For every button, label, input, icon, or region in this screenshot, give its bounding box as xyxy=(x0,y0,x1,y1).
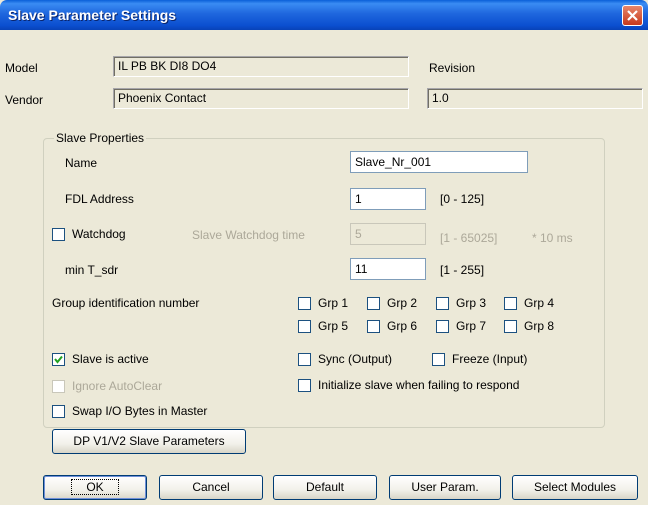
grp-8-label: Grp 8 xyxy=(524,319,555,333)
grp-4-checkbox[interactable]: Grp 4 xyxy=(504,296,554,310)
swap-io-label: Swap I/O Bytes in Master xyxy=(72,404,208,418)
close-icon xyxy=(627,10,638,21)
grp-6-label: Grp 6 xyxy=(387,319,418,333)
swap-io-checkbox[interactable]: Swap I/O Bytes in Master xyxy=(52,404,207,418)
grp-2-box[interactable] xyxy=(367,296,380,310)
window-title: Slave Parameter Settings xyxy=(8,7,177,23)
group-id-label: Group identification number xyxy=(52,296,200,310)
watchdog-time-range: [1 - 65025] xyxy=(440,231,498,245)
slave-active-label: Slave is active xyxy=(72,352,149,366)
sync-output-box[interactable] xyxy=(298,352,311,366)
dp-v1v2-slave-parameters-button[interactable]: DP V1/V2 Slave Parameters xyxy=(52,429,246,454)
checkmark-icon xyxy=(54,355,63,364)
min-tsdr-label: min T_sdr xyxy=(65,263,119,277)
ok-button-label: OK xyxy=(71,479,119,495)
user-param-button[interactable]: User Param. xyxy=(389,475,501,500)
grp-7-box[interactable] xyxy=(436,319,449,333)
grp-5-box[interactable] xyxy=(298,319,311,333)
grp-1-label: Grp 1 xyxy=(318,296,349,310)
swap-io-box[interactable] xyxy=(52,404,65,418)
initialize-slave-box[interactable] xyxy=(298,378,311,392)
freeze-input-label: Freeze (Input) xyxy=(452,352,528,366)
name-label: Name xyxy=(65,156,98,170)
grp-2-checkbox[interactable]: Grp 2 xyxy=(367,296,417,310)
close-button[interactable] xyxy=(622,5,643,26)
slave-active-box[interactable] xyxy=(52,352,65,366)
sync-output-checkbox[interactable]: Sync (Output) xyxy=(298,352,392,366)
fdl-address-input[interactable]: 1 xyxy=(350,188,426,210)
min-tsdr-range: [1 - 255] xyxy=(440,263,485,277)
watchdog-time-input[interactable]: 5 xyxy=(350,223,426,245)
grp-7-checkbox[interactable]: Grp 7 xyxy=(436,319,486,333)
fdl-address-label: FDL Address xyxy=(65,192,134,206)
vendor-label: Vendor xyxy=(5,93,44,107)
ok-button[interactable]: OK xyxy=(43,475,147,500)
grp-6-checkbox[interactable]: Grp 6 xyxy=(367,319,417,333)
grp-7-label: Grp 7 xyxy=(456,319,487,333)
grp-1-box[interactable] xyxy=(298,296,311,310)
watchdog-time-label: Slave Watchdog time xyxy=(192,228,305,242)
fdl-range: [0 - 125] xyxy=(440,192,485,206)
ignore-autoclear-checkbox[interactable]: Ignore AutoClear xyxy=(52,379,162,393)
watchdog-checkbox-box[interactable] xyxy=(52,227,65,241)
grp-8-checkbox[interactable]: Grp 8 xyxy=(504,319,554,333)
grp-3-box[interactable] xyxy=(436,296,449,310)
freeze-input-box[interactable] xyxy=(432,352,445,366)
slave-properties-title: Slave Properties xyxy=(54,131,147,145)
revision-label: Revision xyxy=(429,61,476,75)
grp-4-box[interactable] xyxy=(504,296,517,310)
slave-parameter-settings-dialog: Slave Parameter Settings Model IL PB BK … xyxy=(0,0,648,505)
title-bar: Slave Parameter Settings xyxy=(0,0,648,30)
grp-3-checkbox[interactable]: Grp 3 xyxy=(436,296,486,310)
sync-output-label: Sync (Output) xyxy=(318,352,393,366)
ignore-autoclear-label: Ignore AutoClear xyxy=(72,379,163,393)
vendor-field: Phoenix Contact xyxy=(113,88,409,109)
grp-2-label: Grp 2 xyxy=(387,296,418,310)
freeze-input-checkbox[interactable]: Freeze (Input) xyxy=(432,352,527,366)
ignore-autoclear-box[interactable] xyxy=(52,379,65,393)
min-tsdr-input[interactable]: 11 xyxy=(350,258,426,280)
watchdog-label: Watchdog xyxy=(72,227,126,241)
name-input[interactable]: Slave_Nr_001 xyxy=(350,151,528,173)
model-label: Model xyxy=(5,61,38,75)
grp-8-box[interactable] xyxy=(504,319,517,333)
grp-6-box[interactable] xyxy=(367,319,380,333)
select-modules-button[interactable]: Select Modules xyxy=(512,475,638,500)
initialize-slave-checkbox[interactable]: Initialize slave when failing to respond xyxy=(298,378,519,392)
revision-field: 1.0 xyxy=(427,88,643,109)
watchdog-time-unit: * 10 ms xyxy=(532,231,573,245)
grp-5-checkbox[interactable]: Grp 5 xyxy=(298,319,348,333)
grp-3-label: Grp 3 xyxy=(456,296,487,310)
cancel-button[interactable]: Cancel xyxy=(159,475,263,500)
model-field: IL PB BK DI8 DO4 xyxy=(113,56,409,77)
grp-4-label: Grp 4 xyxy=(524,296,555,310)
grp-1-checkbox[interactable]: Grp 1 xyxy=(298,296,348,310)
slave-active-checkbox[interactable]: Slave is active xyxy=(52,352,149,366)
default-button[interactable]: Default xyxy=(273,475,377,500)
grp-5-label: Grp 5 xyxy=(318,319,349,333)
watchdog-checkbox[interactable]: Watchdog xyxy=(52,227,126,241)
initialize-slave-label: Initialize slave when failing to respond xyxy=(318,378,520,392)
